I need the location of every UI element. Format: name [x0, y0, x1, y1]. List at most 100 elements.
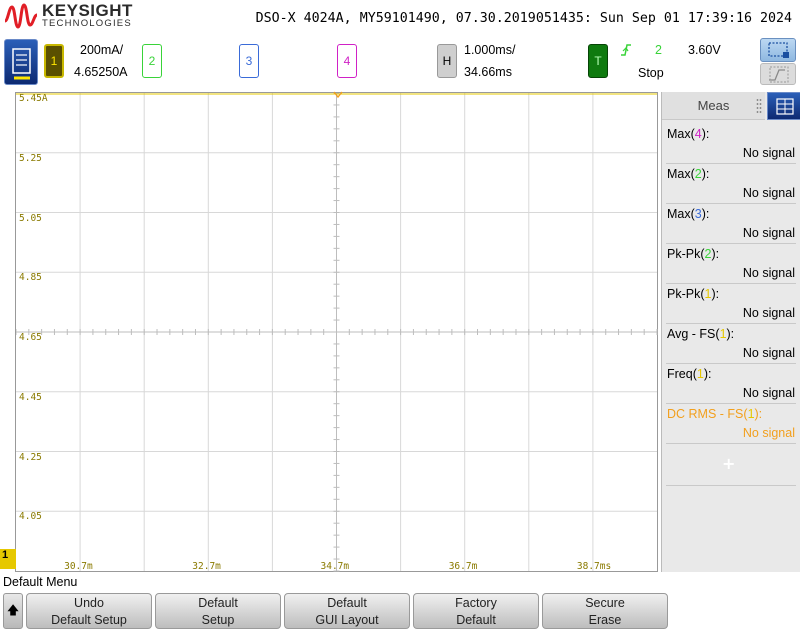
acquisition-state: Stop [638, 66, 664, 80]
trigger-source: 2 [655, 43, 662, 57]
trigger-level: 3.60V [688, 43, 721, 57]
vertical-scale-label: 5.25 [19, 152, 42, 164]
softkey-line-2: GUI Layout [315, 613, 379, 627]
measurement-suffix: ): [711, 247, 720, 261]
main-menu-button[interactable] [4, 39, 38, 85]
channel-4-label: 4 [343, 54, 351, 68]
measurement-name: Freq(1): [667, 367, 711, 381]
measurement-value: No signal [742, 266, 795, 280]
channel-3-button[interactable]: 3 [239, 44, 259, 78]
waveform-zone-button[interactable] [760, 63, 796, 85]
channel-1-label: 1 [50, 54, 58, 68]
horizontal-scale-label: 34.7m [320, 561, 350, 572]
vertical-scale-label: 4.85 [19, 272, 42, 284]
measurement-channel: 1 [719, 327, 727, 341]
brand-subtitle: TECHNOLOGIES [42, 18, 132, 29]
meas-tab[interactable]: Meas [662, 92, 765, 120]
softkey-5[interactable]: Secure Erase [542, 593, 668, 629]
measurement-value: No signal [742, 426, 795, 440]
measurement-item[interactable]: DC RMS - FS(1): No signal [666, 404, 796, 444]
measurement-item[interactable]: Max(3): No signal [666, 204, 796, 244]
measurement-name: Max(2): [667, 167, 709, 181]
measurement-suffix: ): [711, 287, 720, 301]
horizontal-scale-label: 36.7m [448, 561, 478, 572]
instrument-info: DSO-X 4024A, MY59101490, 07.30.201905143… [255, 11, 792, 26]
measurement-suffix: ): [701, 207, 710, 221]
horizontal-timebase: 1.000ms/ [464, 43, 516, 57]
touch-select-button[interactable] [760, 38, 796, 62]
drag-grip-icon[interactable] [756, 98, 762, 114]
panel-tab-button[interactable] [767, 92, 800, 120]
measurement-name: Avg - FS(1): [667, 327, 734, 341]
measurement-channel: 3 [694, 207, 702, 221]
channel-1-scale: 200mA/ [80, 43, 124, 57]
measurement-suffix: ): [701, 167, 710, 181]
measurement-item[interactable]: Max(4): No signal [666, 124, 796, 164]
vertical-scale-label: 4.25 [19, 451, 42, 463]
measurement-name: DC RMS - FS(1): [667, 407, 762, 421]
measurement-channel: 1 [696, 367, 704, 381]
softkey-line-2: Setup [201, 613, 235, 627]
grid-tab-icon [776, 98, 794, 115]
measurement-value: No signal [742, 386, 795, 400]
measurement-item[interactable]: Freq(1): No signal [666, 364, 796, 404]
horizontal-scale-label: 30.7m [64, 561, 93, 572]
trigger-label: T [594, 54, 602, 68]
trigger-position-marker[interactable] [333, 91, 343, 99]
measurement-prefix: DC RMS - FS( [667, 407, 748, 421]
vertical-scale-label: 5.45A [19, 93, 48, 104]
softkey-line-2: Default Setup [51, 613, 127, 627]
softkey-4[interactable]: Factory Default [413, 593, 539, 629]
meas-divider [666, 485, 796, 486]
trigger-button[interactable]: T [588, 44, 608, 78]
channel-bar: 1 200mA/ 4.65250A 2 3 4 H 1.000ms/ 34.66… [0, 36, 800, 90]
measurement-item[interactable]: Max(2): No signal [666, 164, 796, 204]
rising-edge-icon [621, 44, 631, 56]
channel-1-ground-marker[interactable]: 1 [0, 549, 16, 569]
softkey-3[interactable]: Default GUI Layout [284, 593, 410, 629]
measurement-prefix: Max( [667, 127, 695, 141]
measurement-name: Max(3): [667, 207, 709, 221]
channel-1-button[interactable]: 1 [44, 44, 64, 78]
softkey-line-1: Secure [585, 596, 625, 610]
menu-title: Default Menu [3, 575, 78, 589]
vertical-scale-label: 4.45 [19, 391, 42, 403]
softkey-line-1: Factory [455, 596, 497, 610]
vertical-scale-label: 4.05 [19, 511, 42, 523]
measurement-name: Max(4): [667, 127, 709, 141]
measurement-prefix: Freq( [667, 367, 697, 381]
measurement-suffix: ): [703, 367, 712, 381]
graticule-grid [16, 93, 658, 572]
vertical-scale-label: 4.65 [19, 332, 42, 343]
zone-trigger-icon [769, 66, 789, 83]
measurement-suffix: ): [701, 127, 710, 141]
measurement-item[interactable]: Pk-Pk(2): No signal [666, 244, 796, 284]
channel-2-label: 2 [148, 54, 156, 68]
measurement-value: No signal [742, 146, 795, 160]
add-measurement-button[interactable]: + [722, 454, 735, 473]
softkey-line-1: Undo [74, 596, 104, 610]
measurement-suffix: ): [726, 327, 735, 341]
measurement-value: No signal [742, 226, 795, 240]
measurement-name: Pk-Pk(1): [667, 287, 719, 301]
softkey-1[interactable]: Undo Default Setup [26, 593, 152, 629]
channel-4-button[interactable]: 4 [337, 44, 357, 78]
softkey-line-1: Default [198, 596, 238, 610]
measurement-item[interactable]: Avg - FS(1): No signal [666, 324, 796, 364]
header-bar: KEYSIGHT TECHNOLOGIES DSO-X 4024A, MY591… [0, 0, 800, 36]
vertical-scale-label: 5.05 [19, 212, 42, 224]
measurement-item[interactable]: Pk-Pk(1): No signal [666, 284, 796, 324]
measurement-prefix: Pk-Pk( [667, 287, 705, 301]
waveform-graticule[interactable] [15, 92, 658, 572]
channel-3-label: 3 [245, 54, 253, 68]
horizontal-delay: 34.66ms [464, 65, 512, 79]
measurement-value: No signal [742, 306, 795, 320]
horizontal-button[interactable]: H [437, 44, 457, 78]
zoom-box-icon [768, 42, 789, 58]
menu-back-button[interactable]: 🡅 [3, 593, 23, 629]
channel-2-button[interactable]: 2 [142, 44, 162, 78]
softkey-2[interactable]: Default Setup [155, 593, 281, 629]
measurements-panel: Meas Max(4): No signal Max(2): No signal Max… [661, 92, 800, 572]
ground-marker-label: 1 [2, 549, 9, 561]
horizontal-scale-label: 38.7ms [576, 561, 612, 572]
